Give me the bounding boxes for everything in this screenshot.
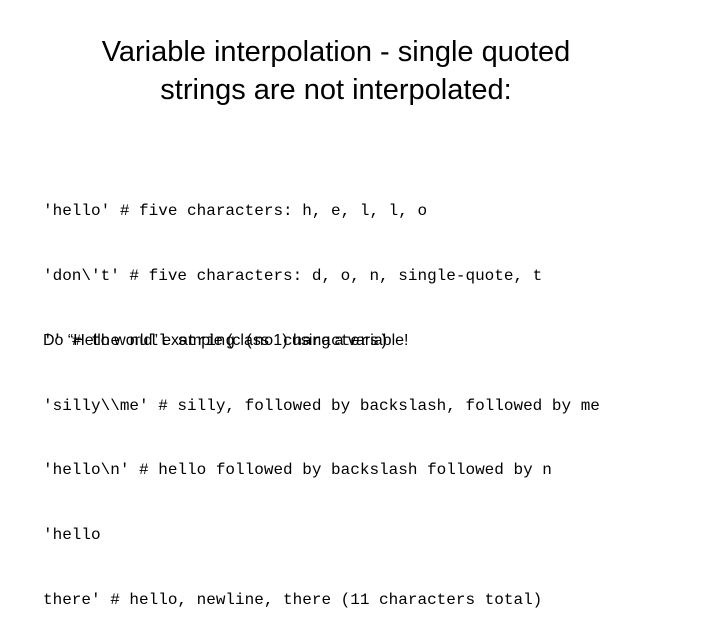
exercise-instruction: Do “Hello world” example (class 1) using… <box>43 332 409 349</box>
slide-title-line-2: strings are not interpolated: <box>160 74 512 106</box>
code-line: 'hello\n' # hello followed by backslash … <box>43 461 552 480</box>
code-line: 'hello <box>43 526 101 545</box>
code-line: 'hello' # five characters: h, e, l, l, o <box>43 202 428 221</box>
slide-title-line-1: Variable interpolation - single quoted <box>101 36 571 68</box>
slide-title: Variable interpolation - single quoted s… <box>0 33 672 109</box>
code-example-block: 'hello' # five characters: h, e, l, l, o… <box>43 158 600 633</box>
code-line: 'don\'t' # five characters: d, o, n, sin… <box>43 266 543 285</box>
code-line: 'silly\\me' # silly, followed by backsla… <box>43 396 600 415</box>
code-line: there' # hello, newline, there (11 chara… <box>43 590 543 609</box>
